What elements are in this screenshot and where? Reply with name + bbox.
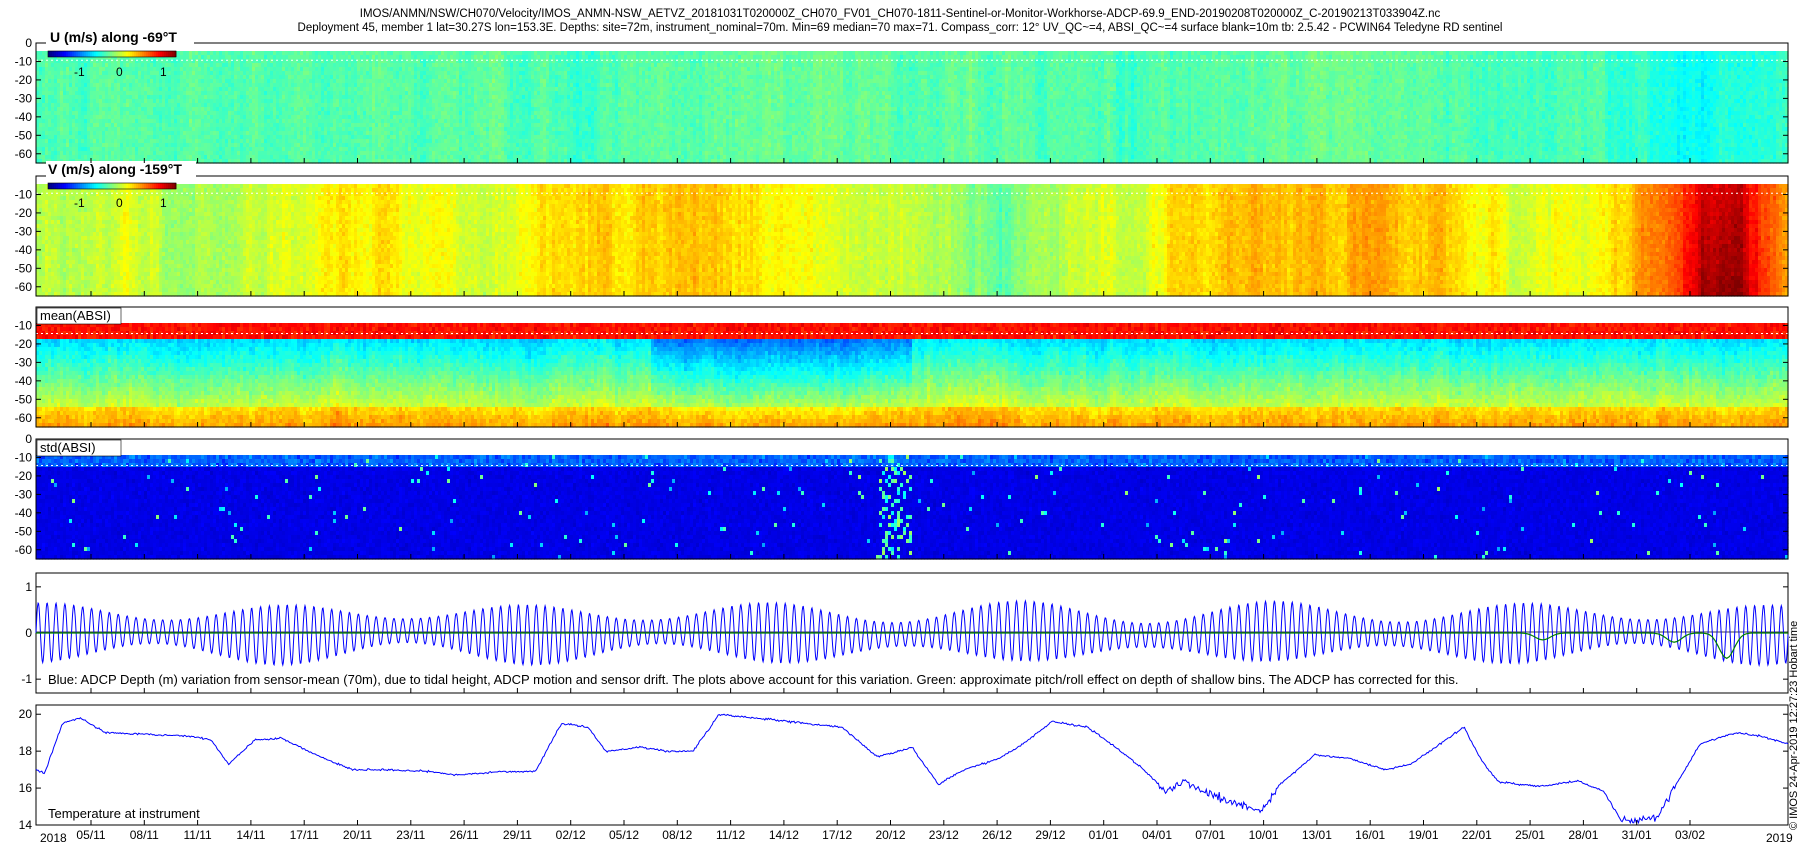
surface-blank-area	[36, 43, 1788, 52]
adcp-figure: 0-10-20-30-40-50-60 U (m/s) along -69°T …	[0, 0, 1800, 850]
u-velocity-heatmap	[36, 43, 1789, 164]
panel-u-velocity: 0-10-20-30-40-50-60 U (m/s) along -69°T …	[15, 29, 1789, 164]
